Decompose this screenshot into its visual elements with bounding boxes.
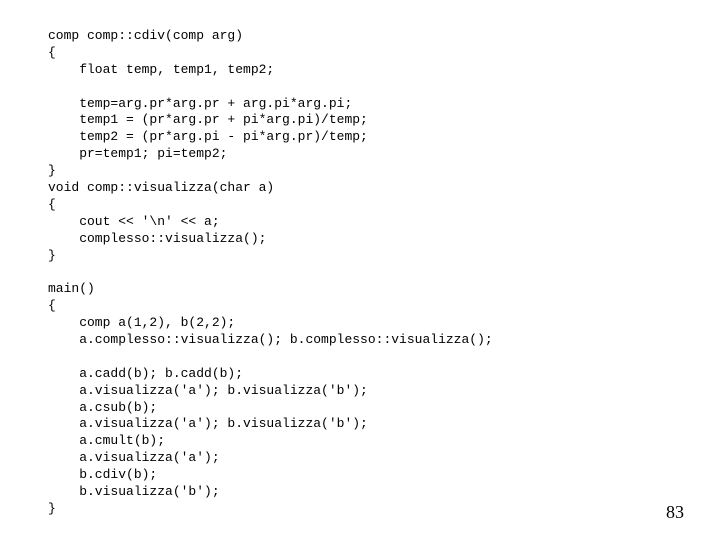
code-listing: comp comp::cdiv(comp arg) { float temp, …: [48, 28, 493, 518]
page-number: 83: [666, 501, 684, 524]
